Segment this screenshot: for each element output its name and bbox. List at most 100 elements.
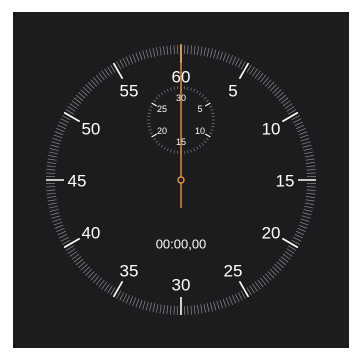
sub-minor-tick xyxy=(205,137,209,141)
sub-minor-tick xyxy=(198,144,202,148)
main-minor-tick xyxy=(249,66,255,75)
main-minor-tick xyxy=(299,221,309,226)
main-minor-tick xyxy=(206,47,210,57)
main-minor-tick xyxy=(125,56,131,66)
sub-minor-tick xyxy=(153,99,157,103)
sub-minor-tick xyxy=(211,126,215,128)
main-minor-tick xyxy=(216,50,220,60)
main-minor-tick xyxy=(149,302,152,312)
sub-minor-tick xyxy=(209,105,213,108)
main-minor-tick xyxy=(48,202,58,205)
main-minor-tick xyxy=(71,100,80,107)
main-minor-tick xyxy=(222,52,227,62)
sub-minor-tick xyxy=(173,86,175,90)
sub-dial-label: 10 xyxy=(195,126,205,136)
main-minor-tick xyxy=(48,205,58,209)
main-minor-tick xyxy=(225,53,230,63)
main-minor-tick xyxy=(295,230,305,236)
main-minor-tick xyxy=(152,303,156,313)
main-dial-label: 20 xyxy=(262,224,281,243)
main-minor-tick xyxy=(67,248,76,254)
main-dial-label: 5 xyxy=(228,81,237,100)
main-minor-tick xyxy=(50,212,60,216)
sub-minor-tick xyxy=(166,148,169,152)
main-minor-tick xyxy=(142,50,146,60)
sub-minor-tick xyxy=(196,146,199,150)
main-major-tick xyxy=(281,237,299,249)
main-minor-tick xyxy=(306,189,316,191)
main-minor-tick xyxy=(237,292,243,301)
main-minor-tick xyxy=(297,227,306,232)
main-minor-tick xyxy=(286,106,295,112)
main-minor-tick xyxy=(46,165,56,168)
main-minor-tick xyxy=(305,158,315,161)
main-minor-tick xyxy=(286,248,295,254)
main-minor-tick xyxy=(280,256,289,263)
main-minor-tick xyxy=(219,51,224,61)
sub-minor-tick xyxy=(198,92,202,96)
sub-minor-tick xyxy=(196,90,199,94)
main-minor-tick xyxy=(254,70,261,79)
main-minor-tick xyxy=(306,165,316,168)
main-minor-tick xyxy=(210,48,213,58)
main-minor-tick xyxy=(52,218,62,223)
main-dial-label: 45 xyxy=(68,172,87,191)
sub-minor-tick xyxy=(153,137,157,141)
sub-minor-tick xyxy=(190,87,192,91)
main-minor-tick xyxy=(170,305,172,315)
main-minor-tick xyxy=(284,251,293,257)
sub-minor-tick xyxy=(201,142,204,146)
main-major-tick xyxy=(238,62,250,80)
sub-dial-label: 20 xyxy=(157,126,167,136)
main-minor-tick xyxy=(163,46,165,56)
sub-minor-tick xyxy=(155,97,159,100)
sub-dial-label: 5 xyxy=(198,104,203,114)
sub-minor-tick xyxy=(205,99,209,103)
main-dial-label: 30 xyxy=(172,276,191,295)
sub-minor-tick xyxy=(190,149,192,153)
sub-minor-tick xyxy=(187,86,189,90)
main-minor-tick xyxy=(304,202,314,205)
main-minor-tick xyxy=(305,162,315,164)
main-minor-tick xyxy=(237,59,243,68)
main-minor-tick xyxy=(46,189,56,191)
stopwatch-dial: 60510152025303540455055 30510152025 00:0… xyxy=(46,44,316,315)
main-minor-tick xyxy=(197,46,199,56)
sub-major-tick xyxy=(204,102,211,107)
main-minor-tick xyxy=(122,58,128,67)
main-minor-tick xyxy=(228,296,233,305)
main-minor-tick xyxy=(57,230,67,236)
main-minor-tick xyxy=(73,256,82,263)
main-minor-tick xyxy=(129,296,134,305)
main-minor-tick xyxy=(119,59,125,68)
main-minor-tick xyxy=(104,283,110,292)
main-minor-tick xyxy=(249,285,255,294)
main-dial-label: 10 xyxy=(262,120,281,139)
main-minor-tick xyxy=(300,218,310,223)
main-minor-tick xyxy=(73,97,82,104)
sub-minor-tick xyxy=(155,140,159,143)
main-minor-tick xyxy=(138,299,143,309)
main-minor-tick xyxy=(138,51,143,61)
main-major-tick xyxy=(63,237,81,249)
main-minor-tick xyxy=(48,155,58,158)
main-minor-tick xyxy=(300,137,310,142)
main-major-tick xyxy=(63,111,81,123)
sub-major-tick xyxy=(204,133,211,138)
main-minor-tick xyxy=(203,47,206,57)
sub-minor-tick xyxy=(211,112,215,114)
main-minor-tick xyxy=(301,215,311,219)
main-minor-tick xyxy=(54,131,64,136)
main-minor-tick xyxy=(302,144,312,148)
main-minor-tick xyxy=(132,53,137,63)
main-minor-tick xyxy=(234,58,240,67)
main-minor-tick xyxy=(257,279,264,288)
main-minor-tick xyxy=(149,48,152,58)
main-minor-tick xyxy=(231,294,237,304)
sub-minor-tick xyxy=(149,105,153,108)
main-minor-tick xyxy=(98,279,105,288)
main-dial-label: 15 xyxy=(276,172,295,191)
main-minor-tick xyxy=(228,55,233,64)
main-minor-tick xyxy=(304,151,314,155)
main-minor-tick xyxy=(122,293,128,302)
